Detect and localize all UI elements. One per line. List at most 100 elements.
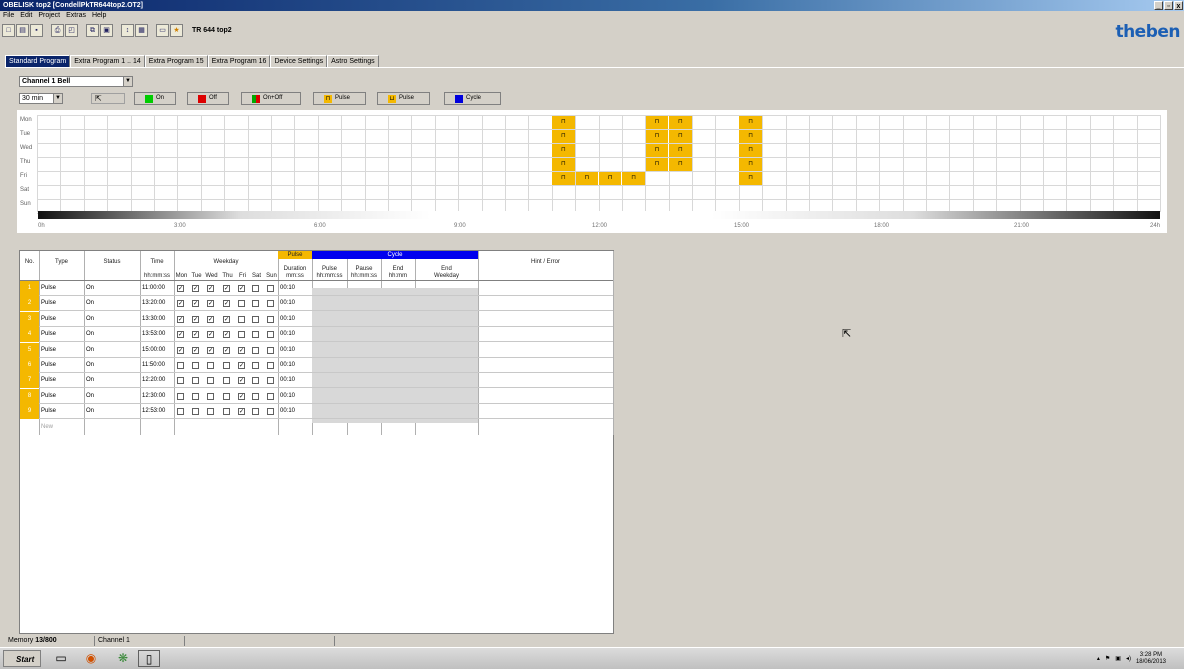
- weekday-checkbox[interactable]: [192, 408, 199, 416]
- table-row[interactable]: 9 Pulse On 12:53:00 ✓ 00:10: [20, 404, 613, 420]
- weekday-checkbox[interactable]: [192, 392, 199, 400]
- weekday-checkbox[interactable]: [207, 392, 214, 400]
- print-preview-icon[interactable]: ◰: [65, 24, 78, 37]
- weekday-checkbox-checked[interactable]: ✓: [177, 300, 184, 308]
- weekday-checkbox-checked[interactable]: ✓: [238, 392, 245, 400]
- chevron-down-icon[interactable]: ▼: [123, 77, 132, 86]
- print-icon[interactable]: ⎙: [51, 24, 64, 37]
- weekday-checkbox-checked[interactable]: ✓: [238, 377, 245, 385]
- close-button[interactable]: x: [1174, 1, 1183, 10]
- weekday-checkbox[interactable]: [177, 392, 184, 400]
- display-icon[interactable]: ▭: [156, 24, 169, 37]
- pulse-cell[interactable]: ⊓: [669, 129, 692, 143]
- program-icon[interactable]: ★: [170, 24, 183, 37]
- weekday-checkbox[interactable]: [267, 408, 274, 416]
- menu-file[interactable]: File: [3, 11, 14, 21]
- weekday-checkbox[interactable]: [252, 346, 259, 354]
- weekday-checkbox-checked[interactable]: ✓: [238, 408, 245, 416]
- weekday-checkbox[interactable]: [252, 331, 259, 339]
- weekday-checkbox[interactable]: [238, 315, 245, 323]
- weekday-checkbox[interactable]: [252, 392, 259, 400]
- table-row[interactable]: 3 Pulse On 13:30:00 ✓ ✓ ✓ ✓ 00:10: [20, 311, 613, 327]
- pointer-tool-icon[interactable]: ⇱: [91, 93, 125, 104]
- mode-pulse-button[interactable]: ⊓ Pulse: [313, 92, 366, 105]
- weekday-checkbox-checked[interactable]: ✓: [223, 346, 230, 354]
- menu-extras[interactable]: Extras: [66, 11, 86, 21]
- pulse-cell[interactable]: ⊓: [645, 129, 669, 143]
- weekday-checkbox[interactable]: [267, 392, 274, 400]
- tab-device-settings[interactable]: Device Settings: [270, 55, 328, 67]
- mode-on-off-button[interactable]: On+Off: [241, 92, 301, 105]
- week-schedule-grid[interactable]: Mon Tue Wed Thu Fri Sat Sun ⊓ ⊓ ⊓ ⊓ ⊓ ⊓ ⊓ ⊓ ⊓ ⊓ ⊓ ⊓…: [17, 110, 1167, 233]
- weekday-checkbox[interactable]: [223, 408, 230, 416]
- mode-cycle-button[interactable]: Cycle: [444, 92, 501, 105]
- weekday-checkbox[interactable]: [267, 377, 274, 385]
- weekday-checkbox-checked[interactable]: ✓: [177, 285, 184, 292]
- paste-icon[interactable]: ▣: [100, 24, 113, 37]
- weekday-checkbox[interactable]: [267, 285, 274, 292]
- channel-select[interactable]: Channel 1 Bell ▼: [19, 76, 133, 87]
- tray-arrow-icon[interactable]: ▴: [1097, 655, 1100, 662]
- network-icon[interactable]: ❋: [112, 650, 134, 667]
- obelisk-app-icon[interactable]: ▯: [138, 650, 160, 667]
- weekday-checkbox-checked[interactable]: ✓: [223, 315, 230, 323]
- weekday-checkbox-checked[interactable]: ✓: [207, 285, 214, 292]
- pulse-cell[interactable]: ⊓: [739, 115, 762, 129]
- menu-edit[interactable]: Edit: [20, 11, 32, 21]
- weekday-checkbox-checked[interactable]: ✓: [238, 362, 245, 369]
- menu-project[interactable]: Project: [38, 11, 60, 21]
- weekday-checkbox[interactable]: [252, 408, 259, 416]
- pulse-cell[interactable]: ⊓: [739, 171, 762, 185]
- pulse-cell[interactable]: ⊓: [552, 129, 575, 143]
- weekday-checkbox[interactable]: [192, 377, 199, 385]
- pulse-cell[interactable]: ⊓: [669, 115, 692, 129]
- tab-standard-program[interactable]: Standard Program: [5, 55, 71, 67]
- weekday-checkbox[interactable]: [192, 362, 199, 369]
- table-row[interactable]: 4 Pulse On 13:53:00 ✓ ✓ ✓ ✓ 00:10: [20, 327, 613, 343]
- pulse-cell[interactable]: ⊓: [552, 171, 575, 185]
- weekday-checkbox-checked[interactable]: ✓: [238, 346, 245, 354]
- clock[interactable]: 3:28 PM 18/06/2013: [1136, 652, 1166, 666]
- table-row[interactable]: 6 Pulse On 11:50:00 ✓ 00:10: [20, 358, 613, 373]
- weekday-checkbox[interactable]: [267, 362, 274, 369]
- weekday-checkbox-checked[interactable]: ✓: [177, 331, 184, 339]
- pulse-cell[interactable]: ⊓: [622, 171, 645, 185]
- firefox-icon[interactable]: ◉: [80, 650, 102, 667]
- weekday-checkbox[interactable]: [207, 362, 214, 369]
- pulse-cell[interactable]: ⊓: [552, 115, 575, 129]
- weekday-checkbox[interactable]: [267, 346, 274, 354]
- pulse-cell[interactable]: ⊓: [739, 143, 762, 157]
- weekday-checkbox[interactable]: [252, 377, 259, 385]
- weekday-checkbox[interactable]: [238, 300, 245, 308]
- weekday-checkbox[interactable]: [207, 408, 214, 416]
- weekday-checkbox-checked[interactable]: ✓: [238, 285, 245, 292]
- weekday-checkbox-checked[interactable]: ✓: [223, 285, 230, 292]
- tab-extra-program-16[interactable]: Extra Program 16: [207, 55, 271, 67]
- mode-off-button[interactable]: Off: [187, 92, 229, 105]
- weekday-checkbox-checked[interactable]: ✓: [207, 315, 214, 323]
- new-file-icon[interactable]: □: [2, 24, 15, 37]
- weekday-checkbox[interactable]: [252, 362, 259, 369]
- weekday-checkbox[interactable]: [252, 285, 259, 292]
- file-explorer-icon[interactable]: ▭: [50, 650, 72, 667]
- save-icon[interactable]: ▪: [30, 24, 43, 37]
- weekday-checkbox-checked[interactable]: ✓: [207, 331, 214, 339]
- start-button[interactable]: Start: [3, 650, 41, 667]
- table-row[interactable]: 7 Pulse On 12:20:00 ✓ 00:10: [20, 373, 613, 389]
- weekday-checkbox[interactable]: [252, 300, 259, 308]
- tab-extra-program-15[interactable]: Extra Program 15: [144, 55, 208, 67]
- weekday-checkbox[interactable]: [267, 315, 274, 323]
- mode-pulse-alt-button[interactable]: ⊔ Pulse: [377, 92, 430, 105]
- pulse-cell[interactable]: ⊓: [669, 143, 692, 157]
- weekday-checkbox-checked[interactable]: ✓: [177, 315, 184, 323]
- interval-select[interactable]: 30 min ▼: [19, 93, 63, 104]
- weekday-checkbox-checked[interactable]: ✓: [207, 300, 214, 308]
- weekday-checkbox-checked[interactable]: ✓: [192, 315, 199, 323]
- new-row[interactable]: New: [20, 420, 613, 435]
- pulse-cell[interactable]: ⊓: [575, 171, 598, 185]
- pulse-cell[interactable]: ⊓: [552, 143, 575, 157]
- weekday-checkbox[interactable]: [267, 300, 274, 308]
- weekday-checkbox[interactable]: [207, 377, 214, 385]
- import-icon[interactable]: ▦: [135, 24, 148, 37]
- weekday-checkbox[interactable]: [223, 362, 230, 369]
